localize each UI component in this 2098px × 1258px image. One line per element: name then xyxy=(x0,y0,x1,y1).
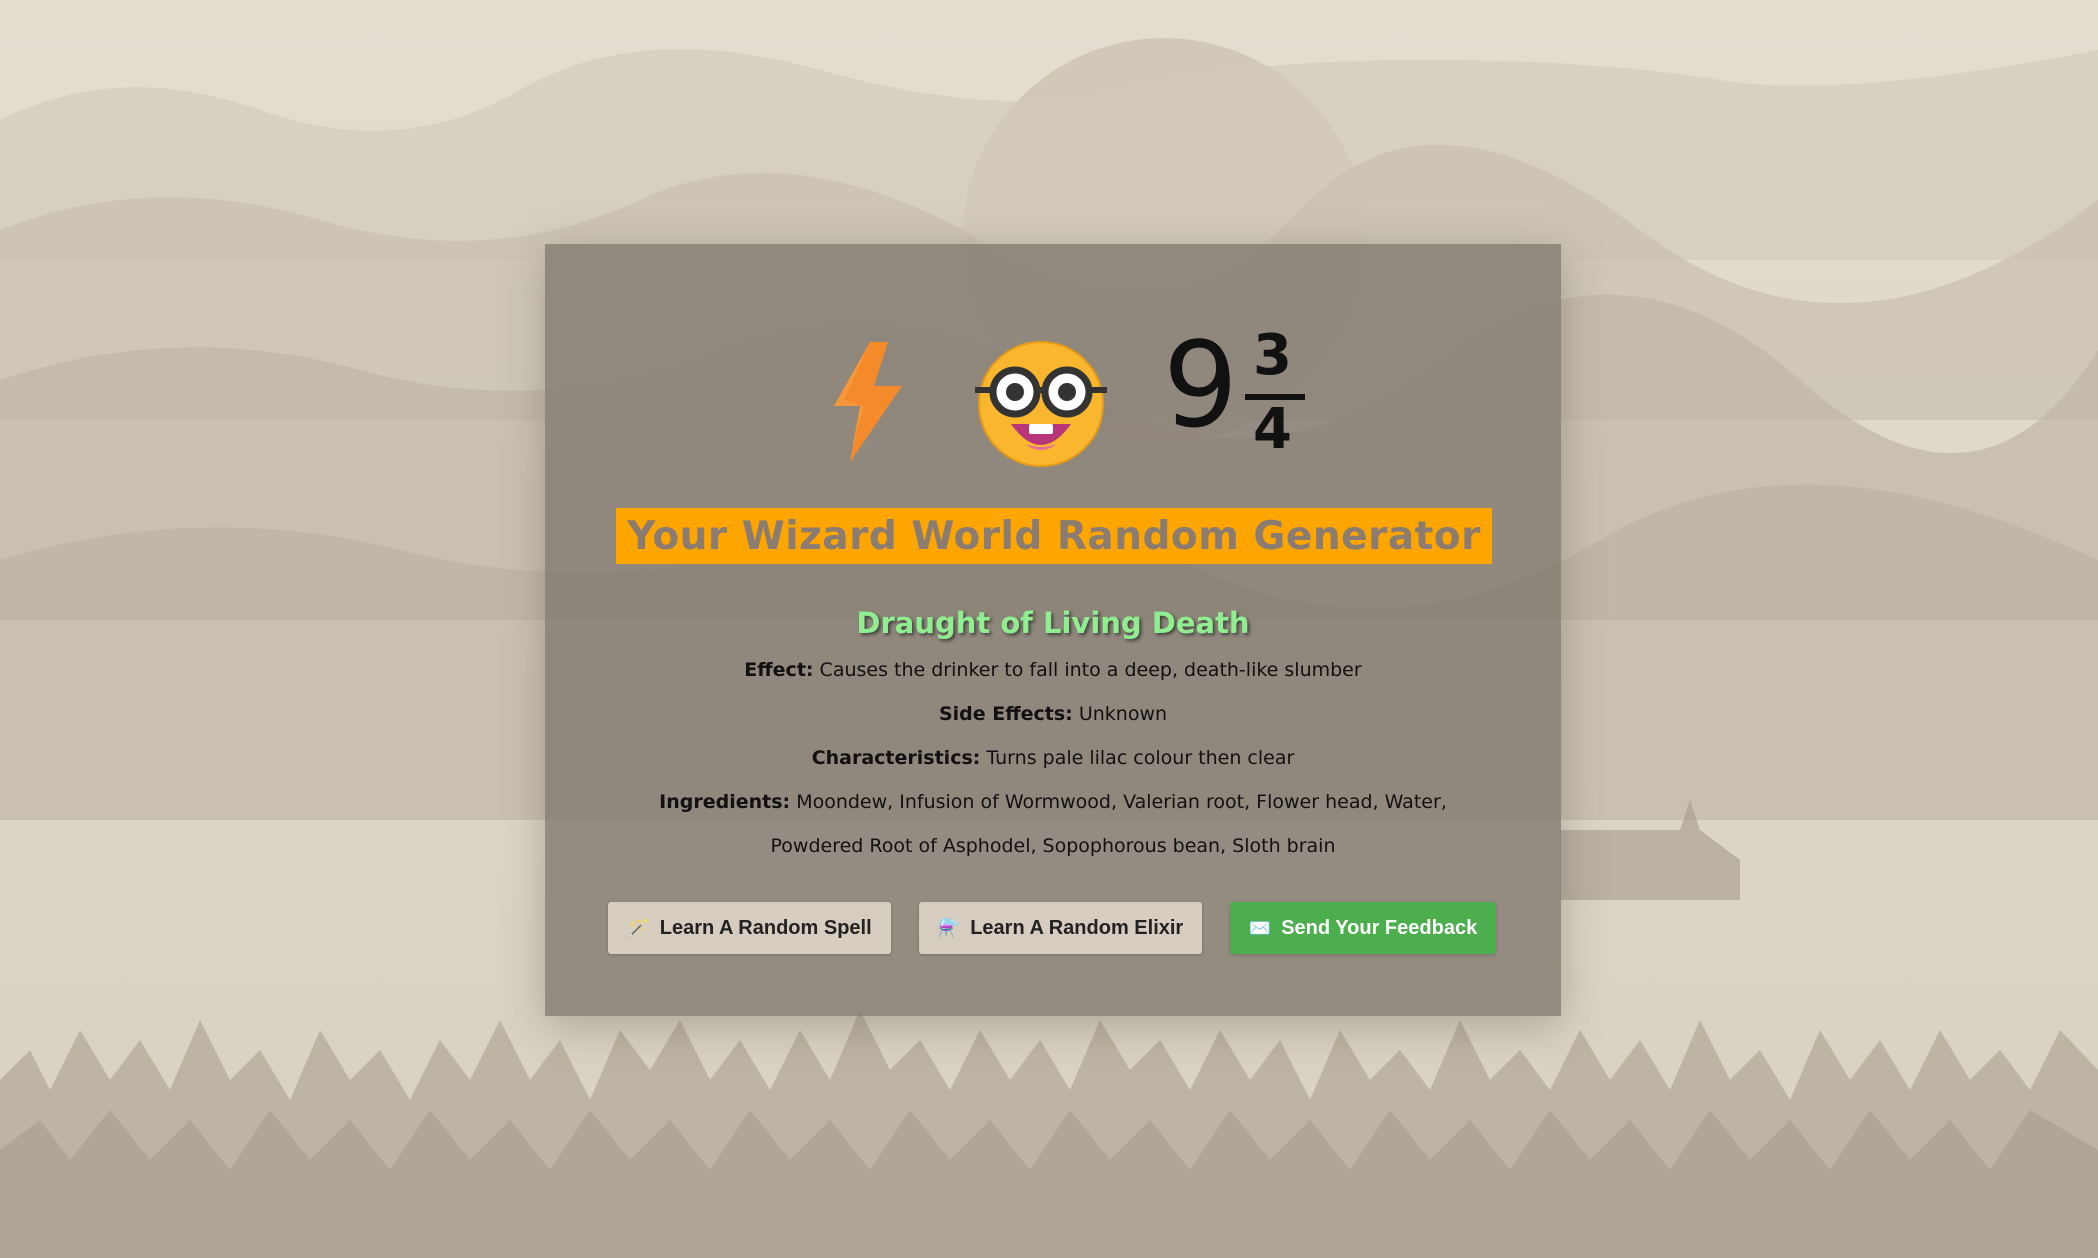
lightning-bolt-icon xyxy=(834,342,902,462)
page-title: Your Wizard World Random Generator xyxy=(627,513,1481,559)
title-banner: Your Wizard World Random Generator xyxy=(616,508,1492,564)
elixir-effect-row: Effect: Causes the drinker to fall into … xyxy=(615,648,1491,692)
elixir-side-effects-row: Side Effects: Unknown xyxy=(615,692,1491,736)
elixir-effect-value: Causes the drinker to fall into a deep, … xyxy=(819,659,1362,681)
elixir-characteristics-value: Turns pale lilac colour then clear xyxy=(986,747,1295,769)
learn-random-elixir-label: Learn A Random Elixir xyxy=(970,916,1184,939)
nerd-face-icon xyxy=(975,341,1107,467)
elixir-ingredients-value: Moondew, Infusion of Wormwood, Valerian … xyxy=(770,791,1447,857)
envelope-icon: ✉️ xyxy=(1248,918,1272,938)
elixir-side-effects-label: Side Effects: xyxy=(938,703,1073,725)
learn-random-spell-label: Learn A Random Spell xyxy=(659,916,872,939)
elixir-name: Draught of Living Death xyxy=(856,606,1250,640)
elixir-characteristics-row: Characteristics: Turns pale lilac colour… xyxy=(615,736,1491,780)
elixir-details: Effect: Causes the drinker to fall into … xyxy=(615,648,1491,868)
alembic-icon: ⚗️ xyxy=(937,918,961,938)
send-feedback-label: Send Your Feedback xyxy=(1281,916,1478,939)
generator-card: 9 3 4 Your Wizard World Random Generator… xyxy=(545,244,1561,1016)
learn-random-spell-button[interactable]: 🪄 Learn A Random Spell xyxy=(608,902,891,954)
platform-nine-whole: 9 xyxy=(1163,316,1239,454)
elixir-characteristics-label: Characteristics: xyxy=(811,747,981,769)
platform-nine-numerator: 3 xyxy=(1253,323,1292,388)
elixir-side-effects-value: Unknown xyxy=(1078,703,1168,725)
elixir-effect-label: Effect: xyxy=(744,659,814,681)
send-feedback-button[interactable]: ✉️ Send Your Feedback xyxy=(1230,902,1496,954)
platform-nine-three-quarters-icon: 9 3 4 xyxy=(1163,326,1323,472)
magic-wand-icon: 🪄 xyxy=(627,918,650,938)
platform-nine-denominator: 4 xyxy=(1253,397,1292,462)
header-icons: 9 3 4 xyxy=(545,326,1561,472)
learn-random-elixir-button[interactable]: ⚗️ Learn A Random Elixir xyxy=(919,902,1202,954)
elixir-ingredients-row: Ingredients: Moondew, Infusion of Wormwo… xyxy=(615,780,1491,868)
elixir-ingredients-label: Ingredients: xyxy=(659,791,791,813)
